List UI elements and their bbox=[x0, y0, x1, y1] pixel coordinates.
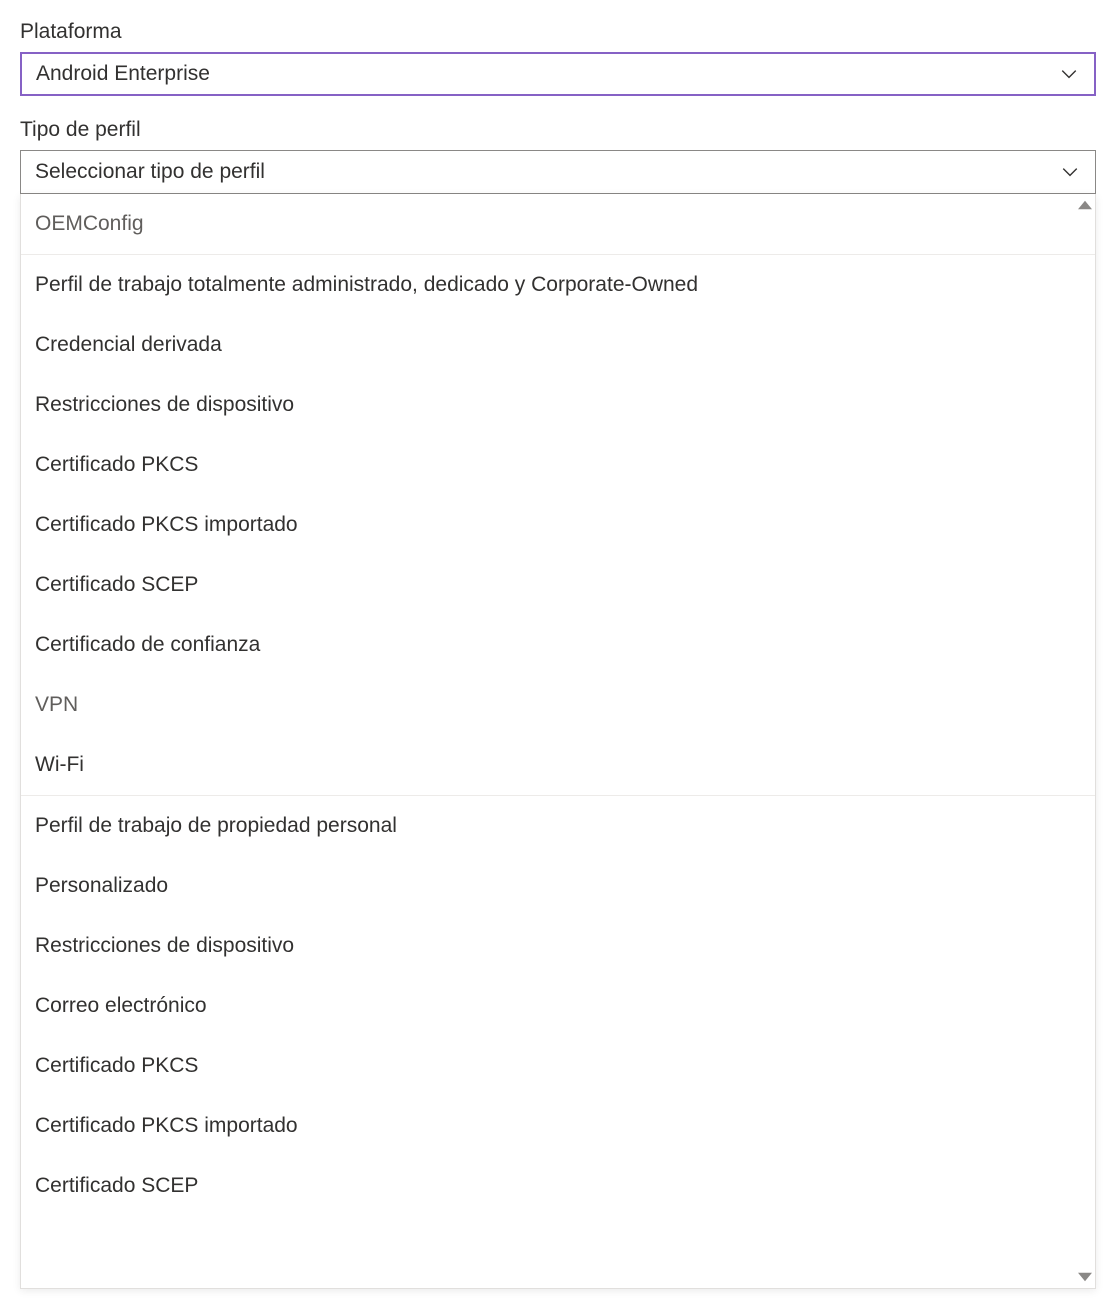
dropdown-group-header: Perfil de trabajo totalmente administrad… bbox=[21, 255, 1095, 315]
platform-select-value: Android Enterprise bbox=[36, 62, 1058, 86]
platform-field: Plataforma Android Enterprise bbox=[20, 20, 1096, 96]
dropdown-option[interactable]: Correo electrónico bbox=[21, 976, 1095, 1036]
profile-type-select-placeholder: Seleccionar tipo de perfil bbox=[35, 160, 1059, 184]
dropdown-option[interactable]: Certificado de confianza bbox=[21, 615, 1095, 675]
dropdown-option[interactable]: Certificado SCEP bbox=[21, 555, 1095, 615]
dropdown-option[interactable]: Certificado PKCS importado bbox=[21, 495, 1095, 555]
dropdown-option[interactable]: Certificado SCEP bbox=[21, 1156, 1095, 1216]
profile-type-dropdown: OEMConfig Perfil de trabajo totalmente a… bbox=[20, 194, 1096, 1289]
dropdown-option[interactable]: Personalizado bbox=[21, 856, 1095, 916]
dropdown-group: Perfil de trabajo de propiedad personal … bbox=[21, 796, 1095, 1288]
dropdown-option[interactable]: Certificado PKCS bbox=[21, 1036, 1095, 1096]
chevron-down-icon bbox=[1059, 161, 1081, 183]
profile-type-dropdown-scroll[interactable]: OEMConfig Perfil de trabajo totalmente a… bbox=[21, 194, 1095, 1288]
dropdown-option[interactable]: VPN bbox=[21, 675, 1095, 735]
dropdown-option[interactable]: Restricciones de dispositivo bbox=[21, 916, 1095, 976]
dropdown-option[interactable]: Certificado PKCS bbox=[21, 435, 1095, 495]
dropdown-group: Perfil de trabajo totalmente administrad… bbox=[21, 255, 1095, 796]
chevron-down-icon bbox=[1058, 63, 1080, 85]
dropdown-option[interactable]: Certificado PKCS importado bbox=[21, 1096, 1095, 1156]
dropdown-group-header: Perfil de trabajo de propiedad personal bbox=[21, 796, 1095, 856]
dropdown-option[interactable]: Credencial derivada bbox=[21, 315, 1095, 375]
dropdown-option[interactable]: Restricciones de dispositivo bbox=[21, 375, 1095, 435]
dropdown-option[interactable]: Wi-Fi bbox=[21, 735, 1095, 795]
profile-type-label: Tipo de perfil bbox=[20, 118, 1096, 142]
profile-type-field: Tipo de perfil Seleccionar tipo de perfi… bbox=[20, 118, 1096, 1289]
profile-type-select[interactable]: Seleccionar tipo de perfil bbox=[20, 150, 1096, 194]
platform-select[interactable]: Android Enterprise bbox=[20, 52, 1096, 96]
dropdown-group-header: OEMConfig bbox=[21, 194, 1095, 255]
platform-label: Plataforma bbox=[20, 20, 1096, 44]
